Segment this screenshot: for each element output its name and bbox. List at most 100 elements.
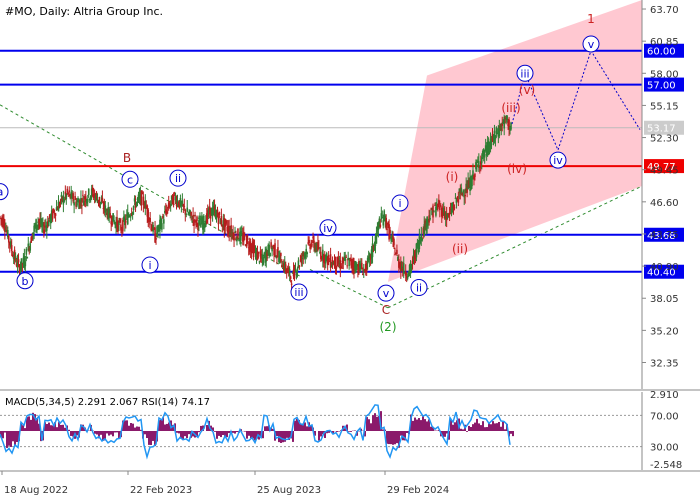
candle-body: [439, 207, 441, 210]
macd-histogram-bar: [490, 424, 492, 431]
macd-histogram-bar: [492, 421, 494, 431]
macd-histogram-bar: [136, 427, 138, 431]
candle-body: [0, 217, 1, 218]
macd-histogram-bar: [248, 431, 250, 436]
macd-histogram-bar: [460, 429, 462, 431]
macd-histogram-bar: [144, 431, 146, 434]
macd-histogram-bar: [96, 431, 98, 434]
candle-body: [87, 199, 89, 202]
macd-histogram-bar: [62, 425, 64, 431]
macd-histogram-bar: [28, 416, 30, 431]
candle-body: [274, 243, 276, 255]
macd-histogram-bar: [422, 416, 424, 431]
wave-label: c: [127, 173, 133, 186]
macd-histogram-bar: [462, 429, 464, 431]
macd-histogram-bar: [124, 420, 126, 431]
candle-body: [306, 252, 308, 254]
price-tick-label: 58.00: [650, 69, 679, 80]
macd-histogram-bar: [348, 431, 350, 432]
macd-histogram-bar: [176, 431, 178, 433]
macd-histogram-bar: [354, 430, 356, 431]
macd-histogram-bar: [474, 423, 476, 431]
macd-histogram-bar: [30, 420, 32, 431]
candle-body: [76, 203, 78, 206]
macd-histogram-bar: [206, 425, 208, 431]
macd-histogram-bar: [488, 423, 490, 431]
macd-histogram-bar: [214, 431, 216, 432]
macd-histogram-bar: [338, 431, 340, 432]
macd-histogram-bar: [138, 427, 140, 431]
macd-histogram-bar: [454, 422, 456, 431]
macd-histogram-bar: [350, 431, 352, 432]
wave-label: iv: [323, 222, 333, 235]
macd-histogram-bar: [452, 425, 454, 431]
wave-label: b: [22, 275, 29, 288]
candle-body: [133, 206, 135, 210]
macd-histogram-bar: [306, 426, 308, 431]
wave-label: ii: [416, 282, 422, 295]
candle-body: [396, 250, 398, 254]
candle-body: [386, 229, 388, 230]
macd-histogram-bar: [276, 431, 278, 436]
macd-histogram-bar: [108, 431, 110, 436]
wave-label: C: [382, 303, 390, 317]
candle-body: [185, 214, 187, 215]
macd-histogram-bar: [476, 419, 478, 431]
macd-histogram-bar: [426, 421, 428, 431]
candle-body: [295, 269, 297, 270]
macd-histogram-bar: [412, 421, 414, 431]
candle-body: [73, 202, 75, 205]
macd-histogram-bar: [110, 431, 112, 435]
macd-histogram-bar: [430, 427, 432, 431]
candle-body: [55, 213, 57, 216]
candle-body: [81, 205, 83, 207]
wave-label: (iv): [507, 162, 527, 176]
oscillator-tick-label: -2.548: [650, 460, 682, 471]
oscillator-tick-label: 70.00: [650, 411, 679, 422]
macd-histogram-bar: [376, 417, 378, 431]
macd-histogram-bar: [420, 420, 422, 431]
wave-label: iv: [553, 154, 563, 167]
macd-histogram-bar: [14, 431, 16, 446]
macd-histogram-bar: [414, 418, 416, 431]
candle-body: [510, 123, 512, 130]
macd-histogram-bar: [496, 423, 498, 431]
macd-histogram-bar: [234, 431, 236, 434]
macd-histogram-bar: [300, 424, 302, 431]
candle-body: [192, 215, 194, 219]
macd-histogram-bar: [472, 424, 474, 431]
macd-histogram-bar: [266, 426, 268, 431]
candle-body: [501, 124, 503, 126]
macd-histogram-bar: [512, 431, 514, 436]
macd-histogram-bar: [494, 423, 496, 431]
macd-histogram-bar: [188, 431, 190, 434]
candle-body: [297, 269, 299, 271]
macd-histogram-bar: [68, 430, 70, 431]
wave-label: iii: [520, 67, 529, 80]
macd-histogram-bar: [198, 431, 200, 432]
wave-label: (v): [519, 83, 535, 97]
macd-histogram-bar: [114, 431, 116, 432]
macd-histogram-bar: [184, 431, 186, 436]
price-tick-label: 38.05: [650, 294, 679, 305]
macd-histogram-bar: [12, 431, 14, 441]
macd-histogram-bar: [484, 427, 486, 431]
wave-label: v: [588, 38, 595, 51]
chart-stage: 60.0057.0049.7743.6840.4053.17 abcBiiiii…: [0, 0, 700, 500]
macd-histogram-bar: [222, 431, 224, 435]
candle-body: [125, 221, 127, 223]
time-tick-label: 25 Aug 2023: [257, 485, 321, 496]
macd-histogram-bar: [468, 426, 470, 431]
candle-body: [18, 259, 20, 262]
price-tick-label: 63.70: [650, 5, 679, 16]
candle-body: [474, 174, 476, 177]
candle-body: [290, 276, 292, 279]
candle-body: [491, 143, 493, 145]
candle-body: [184, 206, 186, 207]
macd-histogram-bar: [228, 431, 230, 433]
time-tick-label: 18 Aug 2022: [4, 485, 68, 496]
macd-histogram-bar: [10, 431, 12, 447]
candle-body: [102, 198, 104, 202]
price-chart: 60.0057.0049.7743.6840.4053.17 abcBiiiii…: [0, 0, 700, 500]
candle-body: [393, 239, 395, 245]
